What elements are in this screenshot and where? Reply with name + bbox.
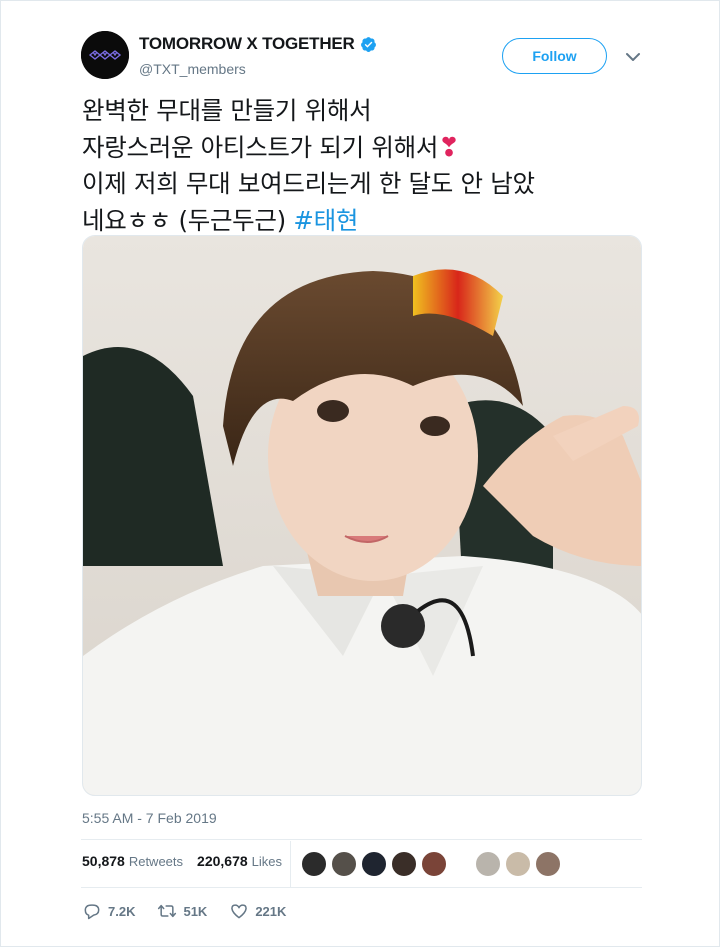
tweet-line-text: 네요ㅎㅎ (두근두근) <box>82 205 294 235</box>
tweet-line: 이제 저희 무대 보여드리는게 한 달도 안 남았 <box>82 169 535 198</box>
retweets-label[interactable]: Retweets <box>129 854 183 869</box>
retweet-icon <box>158 904 177 918</box>
txt-logo-icon <box>81 31 129 79</box>
display-name[interactable]: TOMORROW X TOGETHER <box>139 34 355 54</box>
liker-avatar[interactable] <box>331 851 357 877</box>
reply-count: 7.2K <box>108 903 136 919</box>
chevron-down-icon[interactable] <box>621 47 645 67</box>
likes-count[interactable]: 220,678 <box>197 853 248 869</box>
liker-avatar[interactable] <box>361 851 387 877</box>
reply-icon <box>84 904 100 920</box>
stats-separator <box>290 841 291 887</box>
liker-avatar[interactable] <box>535 851 561 877</box>
follow-button[interactable]: Follow <box>502 38 607 74</box>
retweet-count: 51K <box>183 903 208 919</box>
tweet-timestamp[interactable]: 5:55 AM - 7 Feb 2019 <box>82 810 217 826</box>
liker-avatar[interactable] <box>421 851 447 877</box>
liker-avatar[interactable] <box>301 851 327 877</box>
tweet-card: TOMORROW X TOGETHER @TXT_members Follow … <box>0 0 720 947</box>
tweet-actions: 7.2K 51K 221K <box>82 901 308 921</box>
selfie-photo-image <box>83 236 641 795</box>
verified-badge-icon <box>360 36 376 52</box>
heart-exclamation-emoji: ❣ <box>438 132 460 163</box>
like-count: 221K <box>255 903 287 919</box>
name-row[interactable]: TOMORROW X TOGETHER <box>139 34 377 54</box>
tweet-photo[interactable] <box>82 235 642 796</box>
liker-avatar[interactable] <box>505 851 531 877</box>
like-button[interactable]: 221K <box>229 901 286 921</box>
tweet-text: 완벽한 무대를 만들기 위해서 자랑스러운 아티스트가 되기 위해서❣ 이제 저… <box>82 93 652 239</box>
stats-top-divider <box>81 839 642 840</box>
likes-label[interactable]: Likes <box>252 854 282 869</box>
retweet-button[interactable]: 51K <box>157 901 207 921</box>
hashtag-link[interactable]: #태현 <box>293 206 358 235</box>
retweets-count[interactable]: 50,878 <box>82 853 125 869</box>
tweet-line: 완벽한 무대를 만들기 위해서 <box>82 96 372 125</box>
stats-bottom-divider <box>81 887 642 888</box>
tweet-line: 자랑스러운 아티스트가 되기 위해서❣ <box>82 130 652 167</box>
account-handle[interactable]: @TXT_members <box>139 61 246 77</box>
heart-icon <box>231 904 248 919</box>
liker-avatar[interactable] <box>475 851 501 877</box>
tweet-stats: 50,878 Retweets 220,678 Likes <box>82 853 296 869</box>
tweet-line-text: 자랑스러운 아티스트가 되기 위해서 <box>82 132 439 162</box>
reply-button[interactable]: 7.2K <box>82 901 135 921</box>
liker-avatars <box>301 851 565 877</box>
tweet-line: 네요ㅎㅎ (두근두근) #태현 <box>82 203 652 240</box>
profile-avatar[interactable] <box>81 31 129 79</box>
liker-avatar[interactable] <box>391 851 417 877</box>
